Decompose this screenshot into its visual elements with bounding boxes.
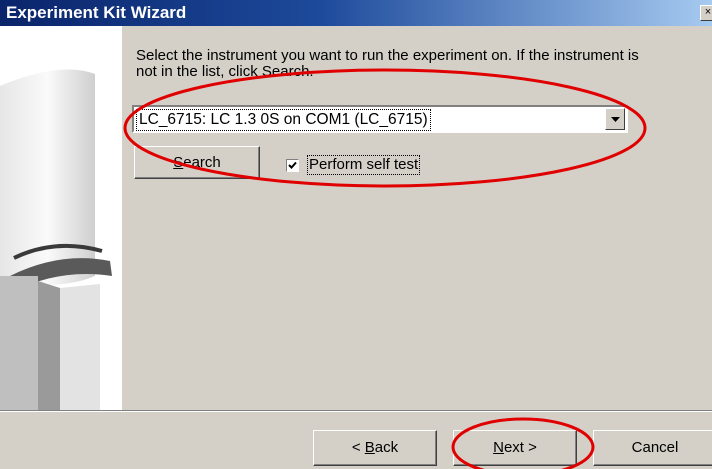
search-button-mnemonic: S xyxy=(173,154,184,171)
instrument-select-value: LC_6715: LC 1.3 0S on COM1 (LC_6715) xyxy=(136,109,431,131)
footer-separator xyxy=(0,410,712,412)
dropdown-arrow-icon xyxy=(611,117,620,122)
self-test-checkbox[interactable] xyxy=(286,159,299,172)
back-button-label: ack xyxy=(374,439,399,456)
next-button-mnemonic: N xyxy=(493,439,504,456)
cancel-button[interactable]: Cancel xyxy=(593,430,712,466)
instruction-text: Select the instrument you want to run th… xyxy=(136,47,639,80)
search-button[interactable]: Search xyxy=(134,146,260,179)
close-icon[interactable]: × xyxy=(700,5,712,21)
wizard-content: Select the instrument you want to run th… xyxy=(122,26,712,412)
search-button-label: earch xyxy=(183,154,221,171)
wizard-side-illustration xyxy=(0,26,122,412)
next-button-label: ext > xyxy=(503,439,537,456)
wizard-window: Experiment Kit Wizard × Select the instr… xyxy=(0,0,712,469)
back-button-mnemonic: B xyxy=(364,439,375,456)
self-test-label[interactable]: Perform self test xyxy=(306,155,421,175)
checkmark-icon xyxy=(288,161,297,169)
instrument-select[interactable]: LC_6715: LC 1.3 0S on COM1 (LC_6715) xyxy=(132,105,628,133)
title-bar: Experiment Kit Wizard × xyxy=(0,0,712,26)
next-button[interactable]: Next > xyxy=(453,430,577,466)
window-title: Experiment Kit Wizard xyxy=(6,3,187,22)
dropdown-button[interactable] xyxy=(605,108,625,130)
back-button-prefix: < xyxy=(351,439,365,456)
back-button[interactable]: < Back xyxy=(313,430,437,466)
